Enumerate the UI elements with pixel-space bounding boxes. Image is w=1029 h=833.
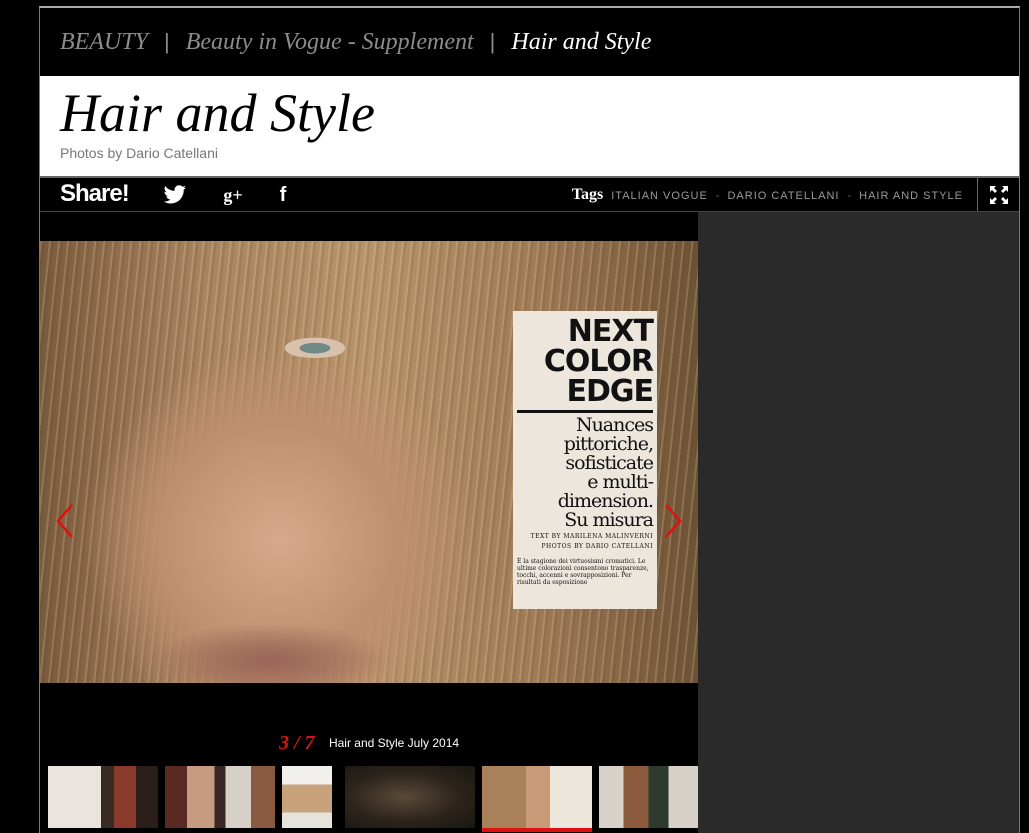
gallery-caption: 3 / 7 Hair and Style July 2014 [40,732,698,755]
slide-caption: Hair and Style July 2014 [328,736,460,750]
thumbnail-1[interactable] [48,766,158,828]
mag-subhead-6: Su misura [564,509,654,531]
tag-italian-vogue[interactable]: ITALIAN VOGUE [611,190,708,202]
tag-separator: - [715,190,720,202]
mag-headline-3: EDGE [566,374,654,409]
fullscreen-button[interactable] [977,178,1019,211]
share-bar: Share! g+ f Tags ITALIAN VOGUE - DARIO C… [40,176,1019,212]
tags-list: Tags ITALIAN VOGUE - DARIO CATELLANI - H… [572,186,963,204]
prev-arrow-button[interactable] [54,499,76,543]
mag-body-text: È la stagione dei virtuosismi cromatici.… [517,558,649,586]
thumbnail-6[interactable] [599,766,698,828]
breadcrumb-separator: | [164,29,170,54]
twitter-bird-shape [163,185,186,204]
next-arrow-button[interactable] [662,499,684,543]
gallery-stage: NEXT COLOR EDGE Nuances pittoriche, sofi… [40,212,698,833]
tag-hair-and-style[interactable]: HAIR AND STYLE [859,190,963,202]
thumbnail-4[interactable] [345,766,475,828]
mag-headline-1: NEXT [567,314,654,349]
mag-credit-text: TEXT BY MARILENA MALINVERNI [530,533,653,540]
breadcrumb-current: Hair and Style [511,28,652,55]
thumbnail-3[interactable] [282,766,332,828]
page-title: Hair and Style [60,83,375,143]
mag-credit-photos: PHOTOS BY DARIO CATELLANI [541,543,653,550]
page-frame: BEAUTY | Beauty in Vogue - Supplement | … [39,6,1020,833]
facebook-icon[interactable]: f [270,182,296,208]
fullscreen-icon [989,185,1008,204]
chevron-right-icon [665,504,682,538]
title-block: Hair and Style Photos by Dario Catellani [40,76,1019,176]
google-plus-icon[interactable]: g+ [220,182,246,208]
slide-counter: 3 / 7 [278,732,315,754]
gallery-main-photo[interactable]: NEXT COLOR EDGE Nuances pittoriche, sofi… [40,241,698,683]
breadcrumb-separator: | [489,29,496,54]
thumbnail-strip [48,766,698,832]
twitter-icon[interactable] [162,182,188,208]
chevron-left-icon [56,504,73,538]
tag-dario-catellani[interactable]: DARIO CATELLANI [727,190,839,202]
breadcrumb: BEAUTY | Beauty in Vogue - Supplement | … [40,8,1019,76]
magazine-text-block: NEXT COLOR EDGE Nuances pittoriche, sofi… [513,311,657,609]
thumbnail-2[interactable] [165,766,275,828]
tags-label: Tags [571,186,604,203]
photo-credit: Photos by Dario Catellani [60,145,218,161]
breadcrumb-beauty[interactable]: BEAUTY [60,29,148,56]
share-label: Share! [60,180,130,207]
mag-rule [517,410,653,413]
thumbnail-5[interactable] [482,766,592,832]
breadcrumb-beauty-in-vogue[interactable]: Beauty in Vogue - Supplement [186,29,474,56]
side-panel [698,212,1019,833]
mag-headline-2: COLOR [543,344,654,379]
tag-separator: - [847,190,852,202]
photo-eye-detail [280,336,350,358]
